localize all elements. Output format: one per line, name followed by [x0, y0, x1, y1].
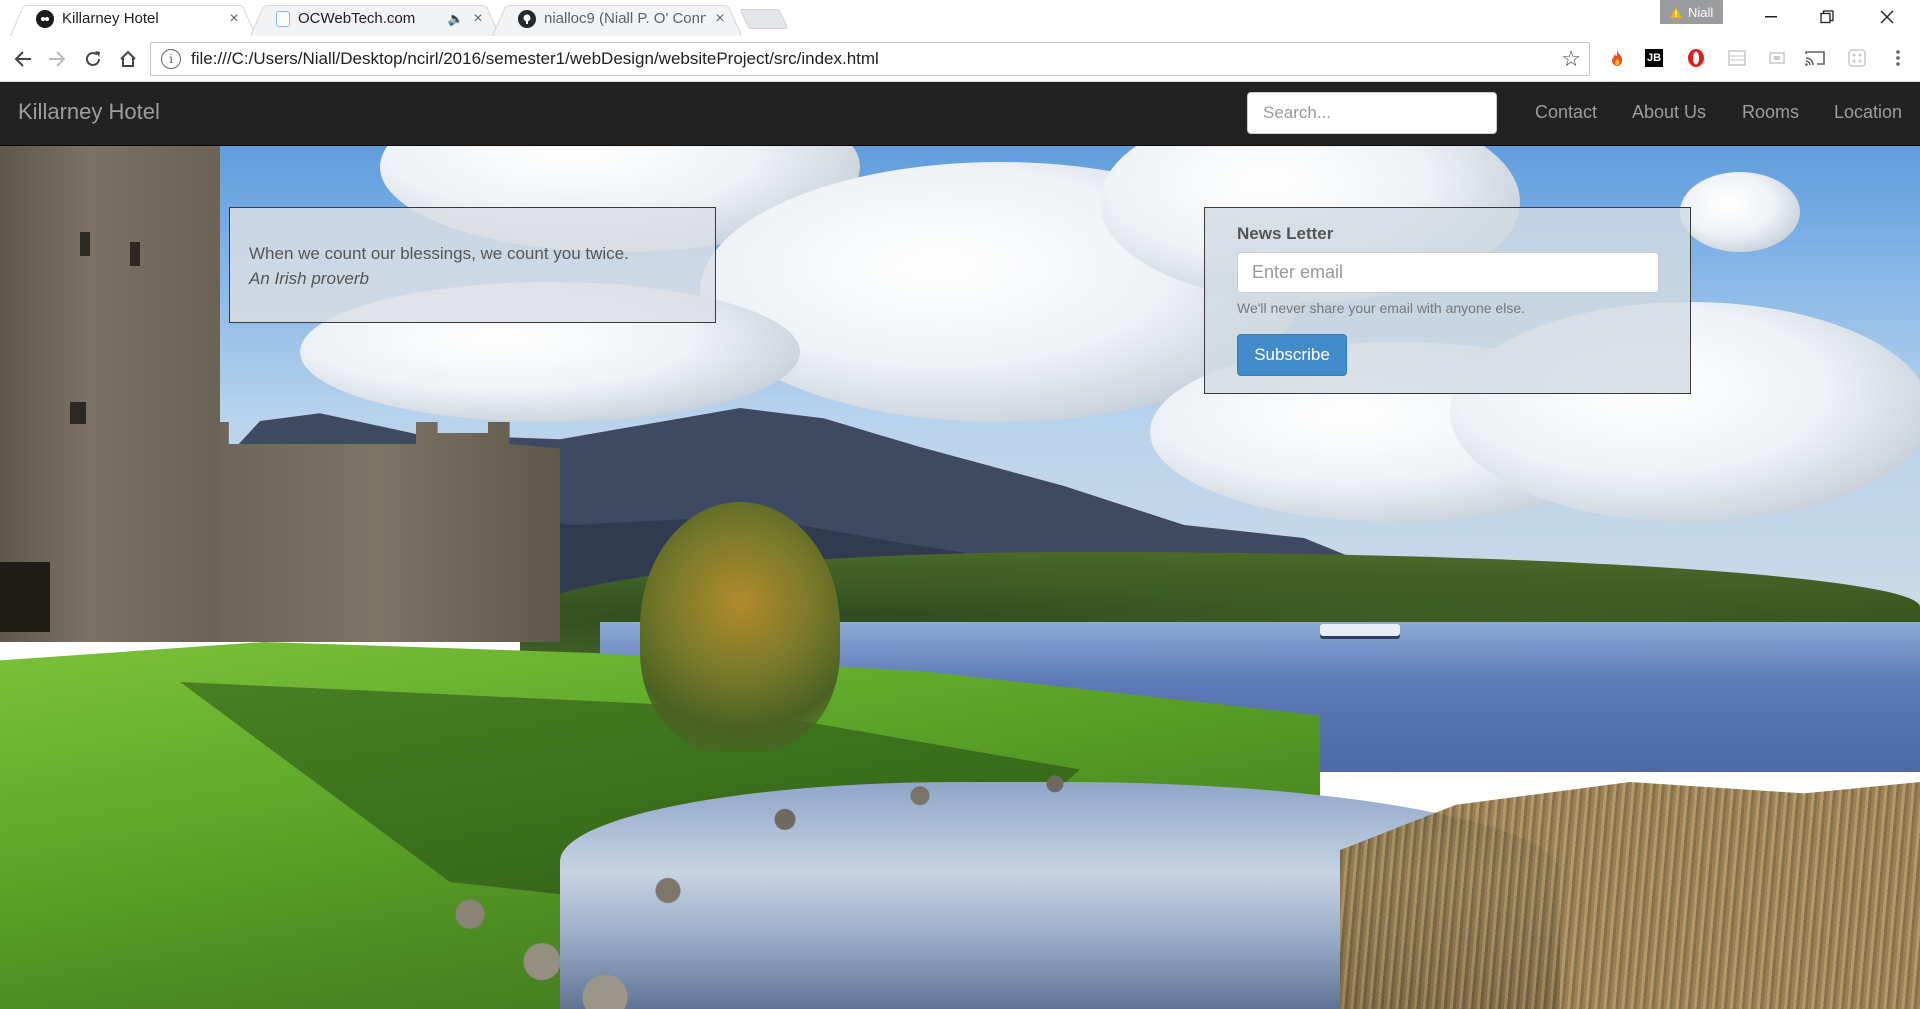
site-favicon-icon	[36, 9, 54, 28]
castle-tower	[0, 82, 220, 642]
github-icon	[518, 9, 536, 28]
cast-icon[interactable]	[1803, 46, 1827, 70]
castle-window	[70, 402, 86, 424]
castle-window	[80, 232, 90, 256]
castle-wall	[200, 422, 560, 642]
menu-icon[interactable]	[1886, 46, 1910, 70]
quote-box: When we count our blessings, we count yo…	[229, 207, 716, 323]
address-url[interactable]: file:///C:/Users/Niall/Desktop/ncirl/201…	[191, 49, 1561, 69]
castle-door	[0, 562, 50, 632]
back-icon[interactable]	[8, 44, 38, 74]
tab-title: Killarney Hotel	[62, 10, 159, 27]
bookmark-star-icon[interactable]: ☆	[1561, 46, 1581, 72]
tab-ocwebtech[interactable]: OCWebTech.com 🔈 ×	[250, 1, 500, 36]
brand-link[interactable]: Killarney Hotel	[18, 99, 160, 125]
info-icon[interactable]: i	[161, 49, 181, 69]
page-favicon-icon	[276, 10, 290, 27]
tab-close-icon[interactable]: ×	[712, 10, 728, 28]
close-icon[interactable]	[1859, 0, 1915, 34]
nav-link-location[interactable]: Location	[1834, 102, 1902, 123]
cloud	[1680, 172, 1800, 252]
nav-link-about-us[interactable]: About Us	[1632, 102, 1706, 123]
profile-name: Niall	[1688, 4, 1714, 20]
fire-icon[interactable]	[1605, 46, 1629, 70]
address-bar[interactable]: i file:///C:/Users/Niall/Desktop/ncirl/2…	[150, 42, 1590, 76]
nav-link-rooms[interactable]: Rooms	[1742, 102, 1799, 123]
forward-icon[interactable]	[42, 44, 72, 74]
page-icon[interactable]	[1765, 46, 1789, 70]
email-field[interactable]	[1237, 252, 1659, 293]
tab-killarney-hotel[interactable]: Killarney Hotel ×	[10, 1, 256, 36]
speaker-icon[interactable]: 🔈	[448, 11, 464, 27]
site-navbar: Killarney Hotel Contact About Us Rooms L…	[0, 82, 1920, 146]
warning-icon	[1670, 6, 1682, 18]
rocks	[380, 772, 1280, 1009]
restore-icon[interactable]	[1799, 0, 1855, 34]
search-input[interactable]	[1247, 92, 1497, 134]
quote-text: When we count our blessings, we count yo…	[249, 244, 629, 263]
tab-github[interactable]: nialloc9 (Niall P. O' Conn ×	[492, 1, 742, 36]
nav-link-contact[interactable]: Contact	[1535, 102, 1597, 123]
minimize-icon[interactable]	[1743, 0, 1799, 34]
tab-close-icon[interactable]: ×	[470, 10, 486, 28]
boat	[1320, 624, 1400, 636]
quote-source: An Irish proverb	[249, 269, 369, 288]
browser-toolbar: i file:///C:/Users/Niall/Desktop/ncirl/2…	[0, 36, 1920, 82]
tab-close-icon[interactable]: ×	[226, 10, 242, 28]
castle-window	[130, 242, 140, 266]
tab-title: OCWebTech.com	[298, 10, 416, 27]
newsletter-form: News Letter We'll never share your email…	[1204, 207, 1691, 394]
grid-icon[interactable]	[1845, 46, 1869, 70]
opera-icon[interactable]	[1684, 46, 1708, 70]
tab-title: nialloc9 (Niall P. O' Conn	[544, 10, 706, 27]
jb-icon[interactable]: JB	[1645, 49, 1663, 67]
reload-icon[interactable]	[78, 44, 108, 74]
newsletter-title: News Letter	[1237, 224, 1334, 243]
tree	[640, 502, 840, 752]
home-icon[interactable]	[113, 44, 143, 74]
web-page: Killarney Hotel Contact About Us Rooms L…	[0, 82, 1920, 1009]
subscribe-button[interactable]: Subscribe	[1237, 334, 1347, 376]
table-icon[interactable]	[1725, 46, 1749, 70]
new-tab-button[interactable]	[739, 9, 789, 29]
email-help-text: We'll never share your email with anyone…	[1237, 300, 1525, 316]
browser-tabstrip: Killarney Hotel × OCWebTech.com 🔈 × nial…	[0, 0, 1920, 36]
profile-button[interactable]: Niall	[1660, 0, 1724, 24]
